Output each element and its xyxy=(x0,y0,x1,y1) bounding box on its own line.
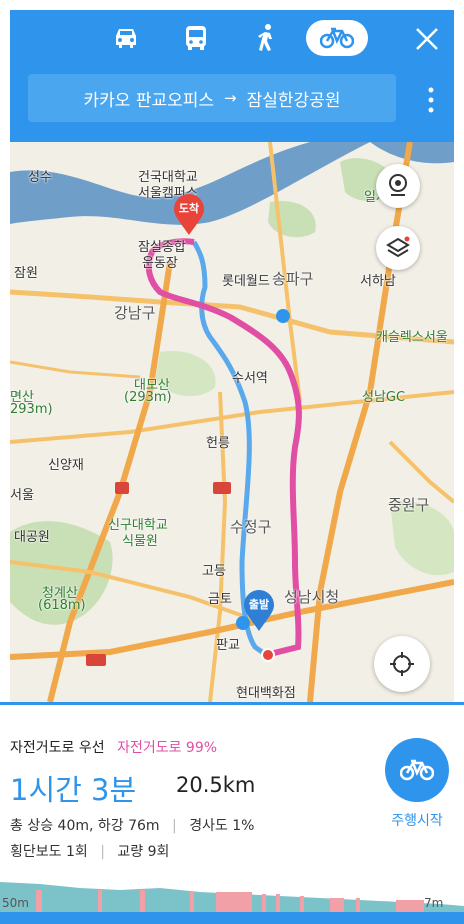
bike-mode-tab[interactable] xyxy=(306,20,368,56)
map-label: 서울 xyxy=(10,488,34,503)
map-label: 성남시청 xyxy=(284,588,340,606)
elevation-profile: 50m 7m xyxy=(0,876,464,912)
start-riding-label[interactable]: 주행시작 xyxy=(385,810,449,830)
crosshair-icon xyxy=(390,652,414,676)
map-label: 잠원 xyxy=(14,266,38,281)
elevation-profile-graph xyxy=(0,882,464,912)
map-label: 수정구 xyxy=(230,518,272,536)
car-icon xyxy=(116,29,136,48)
walk-icon xyxy=(258,24,272,51)
street-view-icon xyxy=(389,174,407,196)
map-label: (293m) xyxy=(124,390,172,405)
bus-icon xyxy=(186,26,206,50)
map-label: 신양재 xyxy=(48,458,84,473)
map-layers-button[interactable] xyxy=(376,226,420,270)
origin-pin[interactable]: 출발 xyxy=(242,590,276,632)
map-label: 서하남 xyxy=(360,274,396,289)
route-crossing-info: 횡단보도 1회 | 교량 9회 xyxy=(10,841,169,861)
bus-mode-tab[interactable] xyxy=(168,20,224,56)
divider: | xyxy=(172,818,177,834)
preference-label: 자전거도로 우선 xyxy=(10,740,105,756)
car-mode-tab[interactable] xyxy=(98,20,154,56)
destination-pin[interactable]: 도착 xyxy=(172,194,206,236)
map-label: 현대백화점 xyxy=(236,686,296,701)
route-arrow: → xyxy=(224,89,237,107)
map-label: 캐슬렉스서울 xyxy=(376,330,448,345)
map-label: 293m) xyxy=(10,402,53,417)
destination-label: 잠실한강공원 xyxy=(246,90,341,111)
route-elevation-info: 총 상승 40m, 하강 76m | 경사도 1% xyxy=(10,815,255,835)
map-label: 강남구 xyxy=(114,304,156,322)
slope-text: 경사도 1% xyxy=(189,818,255,834)
map-label: 금토 xyxy=(208,592,232,607)
bike-icon xyxy=(400,759,434,781)
map-label: 롯데월드 xyxy=(222,274,270,289)
crossings-text: 횡단보도 1회 xyxy=(10,844,88,860)
bottom-accent-bar xyxy=(0,912,464,924)
map-label: 성수 xyxy=(28,170,52,185)
map-label: 송파구 xyxy=(272,270,314,288)
map-label: 헌릉 xyxy=(206,436,230,451)
map-label: 고등 xyxy=(202,564,226,579)
map-label: 대공원 xyxy=(14,530,50,545)
layers-icon xyxy=(386,236,410,258)
bike-lane-ratio: 자전거도로 99% xyxy=(117,740,218,756)
origin-label: 카카오 판교오피스 xyxy=(83,90,215,111)
close-icon[interactable] xyxy=(412,24,442,54)
map-label: 판교 xyxy=(216,638,240,653)
bridges-text: 교량 9회 xyxy=(117,844,170,860)
destination-pin-label: 도착 xyxy=(178,202,200,215)
profile-start-elevation: 50m xyxy=(2,896,29,910)
map-label: (618m) xyxy=(38,598,86,613)
divider: | xyxy=(100,844,105,860)
map-base xyxy=(10,142,454,702)
route-map[interactable]: 건국대학교 서울캠퍼스 성수 잠실종합 운동장 롯데월드 송파구 잠원 강남구 … xyxy=(10,142,454,702)
origin-pin-label: 출발 xyxy=(248,598,270,611)
profile-end-elevation: 7m xyxy=(424,896,444,910)
route-summary-bar[interactable]: 카카오 판교오피스 → 잠실한강공원 xyxy=(28,74,396,122)
route-duration: 1시간 3분 xyxy=(10,773,137,807)
map-label: 성남GC xyxy=(362,390,406,405)
map-label: 식물원 xyxy=(122,534,158,549)
start-riding-button[interactable] xyxy=(385,738,449,802)
map-label: 중원구 xyxy=(388,496,430,514)
map-label: 운동장 xyxy=(142,256,178,271)
elevation-text: 총 상승 40m, 하강 76m xyxy=(10,818,160,834)
transport-mode-tabs xyxy=(10,10,454,68)
my-location-button[interactable] xyxy=(374,636,430,692)
map-label: 수서역 xyxy=(232,371,268,386)
bike-icon xyxy=(320,27,354,49)
route-preference: 자전거도로 우선 자전거도로 99% xyxy=(10,737,217,757)
street-view-button[interactable] xyxy=(376,164,420,208)
origin-dot-icon xyxy=(261,648,275,662)
more-options-icon[interactable] xyxy=(426,86,436,114)
walk-mode-tab[interactable] xyxy=(238,20,294,56)
route-header: 카카오 판교오피스 → 잠실한강공원 xyxy=(10,10,454,142)
route-distance: 20.5km xyxy=(176,773,256,797)
